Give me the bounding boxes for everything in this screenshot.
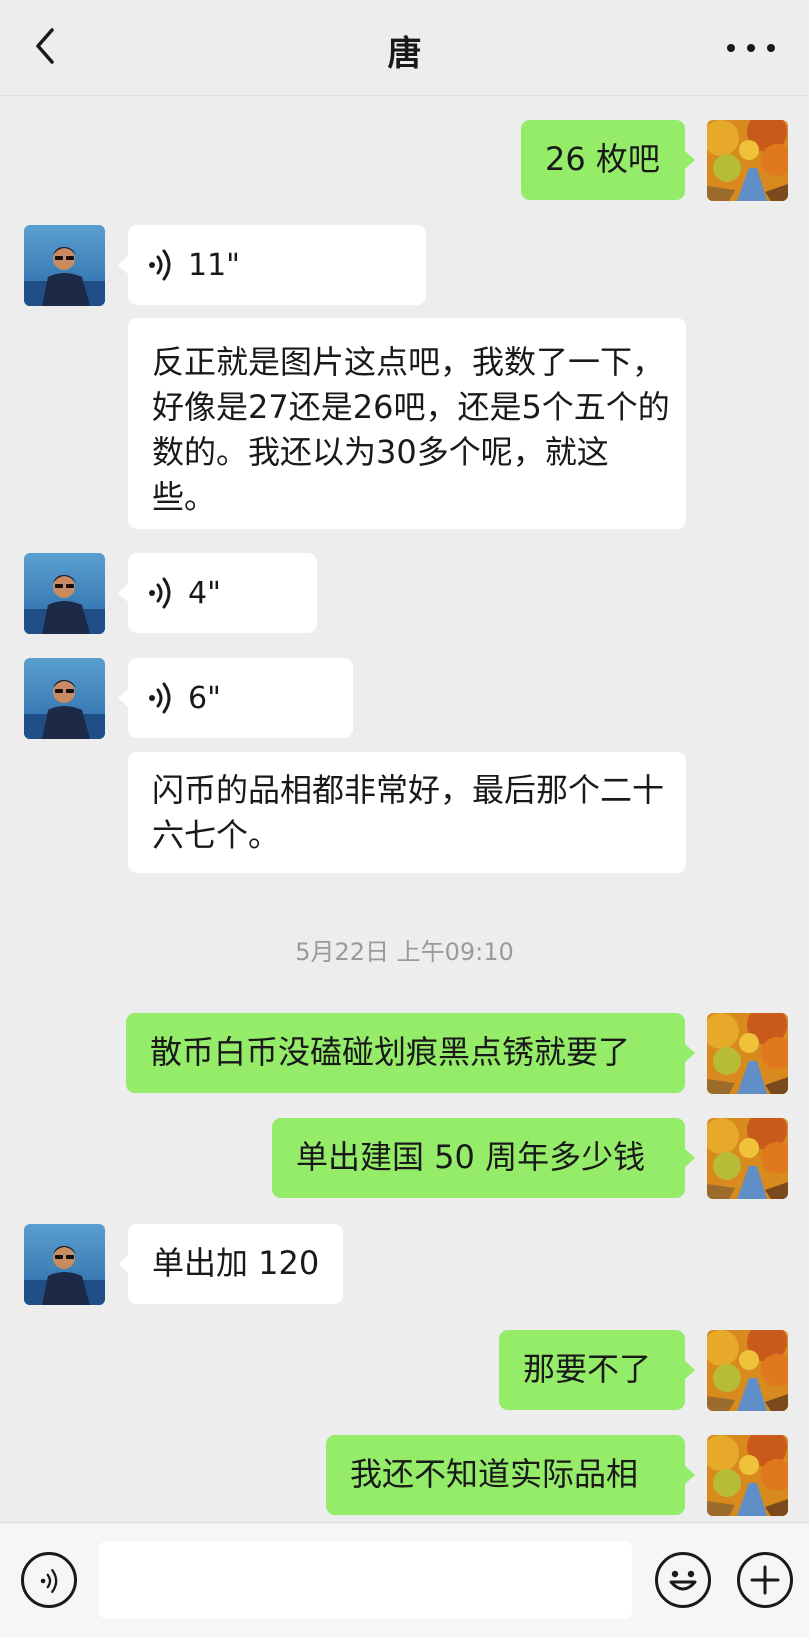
message-bubble-outgoing[interactable]: 我还不知道实际品相	[326, 1435, 695, 1515]
avatar-self[interactable]	[707, 1118, 788, 1199]
voice-wave-icon	[148, 680, 174, 716]
voice-message[interactable]: 6"	[118, 658, 353, 738]
message-text: 反正就是图片这点吧，我数了一下，好像是27还是26吧，还是5个五个的数的。我还以…	[152, 343, 670, 516]
avatar-self[interactable]	[707, 1013, 788, 1094]
plus-glyph-icon	[750, 1565, 780, 1595]
message-text: 26 枚吧	[545, 140, 660, 178]
avatar-self[interactable]	[707, 1330, 788, 1411]
message-bubble-outgoing[interactable]: 26 枚吧	[521, 120, 695, 200]
message-bubble-incoming[interactable]: 单出加 120	[118, 1224, 343, 1304]
voice-duration: 11"	[188, 248, 240, 283]
avatar-contact[interactable]	[24, 1224, 105, 1305]
avatar-self[interactable]	[707, 120, 788, 201]
plus-icon[interactable]	[737, 1552, 793, 1608]
voice-wave-icon	[148, 575, 174, 611]
voice-toggle-icon[interactable]	[21, 1552, 77, 1608]
avatar-contact[interactable]	[24, 553, 105, 634]
voice-wave-icon	[40, 1567, 60, 1595]
voice-duration: 4"	[188, 576, 221, 611]
chat-title: 唐	[387, 34, 422, 74]
message-bubble-incoming[interactable]: 反正就是图片这点吧，我数了一下，好像是27还是26吧，还是5个五个的数的。我还以…	[128, 318, 686, 529]
emoji-icon[interactable]	[655, 1552, 711, 1608]
message-text: 散币白币没磕碰划痕黑点锈就要了	[150, 1033, 631, 1071]
message-text: 单出建国 50 周年多少钱	[296, 1138, 646, 1176]
avatar-self[interactable]	[707, 1435, 788, 1516]
more-dots-icon[interactable]	[723, 28, 779, 68]
chat-header: 唐	[0, 0, 809, 96]
message-bubble-outgoing[interactable]: 那要不了	[499, 1330, 695, 1410]
message-text: 那要不了	[523, 1350, 652, 1388]
message-bubble-outgoing[interactable]: 散币白币没磕碰划痕黑点锈就要了	[126, 1013, 695, 1093]
avatar-contact[interactable]	[24, 225, 105, 306]
voice-wave-icon	[148, 247, 174, 283]
message-text: 闪币的品相都非常好，最后那个二十六七个。	[152, 771, 665, 854]
message-text: 单出加 120	[152, 1244, 320, 1282]
message-bubble-incoming[interactable]: 闪币的品相都非常好，最后那个二十六七个。	[128, 752, 686, 873]
voice-message[interactable]: 11"	[118, 225, 426, 305]
chat-timestamp: 5月22日 上午09:10	[295, 938, 514, 966]
message-text: 我还不知道实际品相	[350, 1455, 639, 1493]
message-bubble-outgoing[interactable]: 单出建国 50 周年多少钱	[272, 1118, 695, 1198]
message-input[interactable]	[99, 1541, 632, 1619]
smile-face-icon	[669, 1570, 697, 1591]
avatar-contact[interactable]	[24, 658, 105, 739]
input-bar	[0, 1522, 809, 1638]
voice-message[interactable]: 4"	[118, 553, 317, 633]
voice-duration: 6"	[188, 681, 221, 716]
